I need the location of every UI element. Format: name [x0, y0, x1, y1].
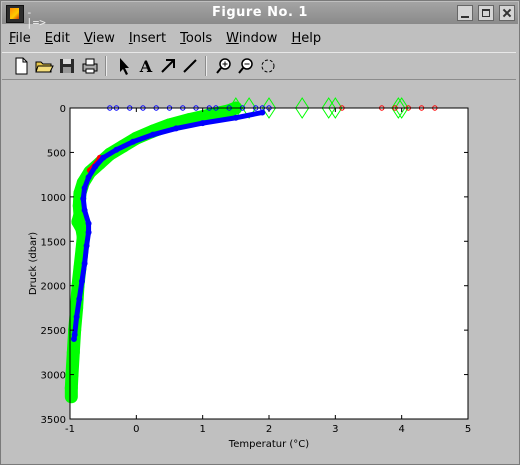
figure-canvas[interactable]: -1 0 1 2 3 4 5 0 500 1000 1500 2000 2500 3000 3500 Temp…	[2, 80, 518, 463]
toolbar-separator	[105, 56, 107, 76]
menu-tools[interactable]: Tools	[173, 31, 219, 46]
menu-help[interactable]: Help	[284, 31, 328, 46]
save-icon[interactable]	[57, 56, 77, 76]
figure-window: -|=> Figure No. 1 File Edit View Insert Tool…	[0, 0, 520, 465]
menu-file[interactable]: File	[2, 31, 38, 46]
axes-svg[interactable]: -1 0 1 2 3 4 5 0 500 1000 1500 2000 2500 3000 3500 Temp…	[2, 80, 518, 463]
print-icon[interactable]	[80, 56, 100, 76]
y-tick-label: 3500	[41, 415, 66, 426]
x-tick-label: 2	[266, 424, 272, 435]
menu-edit[interactable]: Edit	[38, 31, 77, 46]
toolbar-separator	[205, 56, 207, 76]
x-tick-label: 1	[199, 424, 205, 435]
y-tick-label: 1500	[41, 237, 66, 248]
zoom-in-icon[interactable]	[214, 56, 234, 76]
select-arrow-icon[interactable]	[114, 56, 134, 76]
axes-background	[70, 108, 468, 419]
x-tick-label: 4	[398, 424, 404, 435]
close-button[interactable]	[499, 5, 515, 21]
arrow-insert-icon[interactable]	[158, 56, 178, 76]
y-tick-label: 3000	[41, 371, 66, 382]
y-tick-label: 500	[47, 148, 66, 159]
y-tick-label: 0	[60, 104, 66, 115]
window-title: Figure No. 1	[212, 5, 308, 20]
y-tick-label: 2500	[41, 326, 66, 337]
svg-text:A: A	[139, 57, 153, 76]
maximize-button[interactable]	[478, 5, 494, 21]
x-tick-label: 3	[332, 424, 338, 435]
x-tick-label: 0	[133, 424, 139, 435]
y-tick-label: 1000	[41, 193, 66, 204]
toolbar: A	[2, 52, 516, 80]
menu-window[interactable]: Window	[219, 31, 284, 46]
rotate-icon[interactable]	[258, 56, 278, 76]
line-insert-icon[interactable]	[180, 56, 200, 76]
x-tick-label: 5	[465, 424, 471, 435]
y-axis-label: Druck (dbar)	[28, 232, 39, 295]
menu-bar: File Edit View Insert Tools Window Help	[2, 26, 516, 50]
y-tick-label: 2000	[41, 282, 66, 293]
minimize-button[interactable]	[457, 5, 473, 21]
menu-view[interactable]: View	[77, 31, 122, 46]
open-folder-icon[interactable]	[34, 56, 54, 76]
new-file-icon[interactable]	[11, 56, 31, 76]
title-bar[interactable]: -|=> Figure No. 1	[2, 2, 518, 28]
zoom-out-icon[interactable]	[236, 56, 256, 76]
menu-insert[interactable]: Insert	[122, 31, 173, 46]
x-axis-label: Temperatur (°C)	[228, 439, 309, 450]
x-tick-label: -1	[65, 424, 75, 435]
text-insert-icon[interactable]: A	[136, 56, 156, 76]
